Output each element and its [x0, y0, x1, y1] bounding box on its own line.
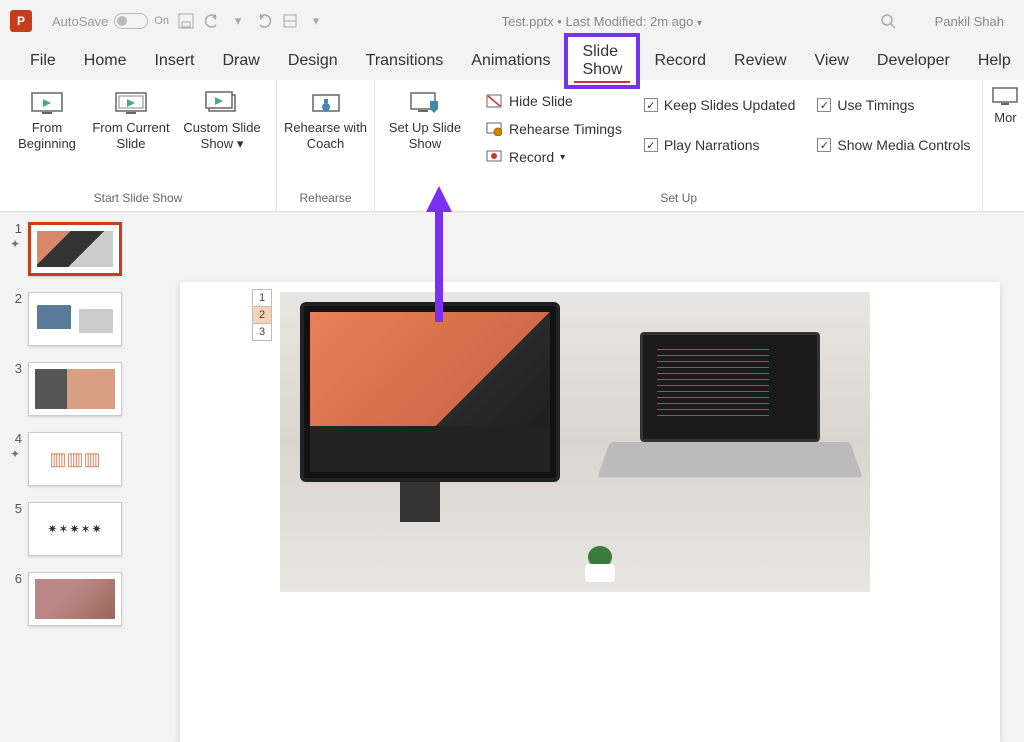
rehearse-coach-icon: [309, 90, 343, 116]
undo-dropdown-icon[interactable]: ▾: [229, 12, 247, 30]
touch-mode-icon[interactable]: [281, 12, 299, 30]
record-icon: [485, 149, 503, 165]
toggle-pill[interactable]: [114, 13, 148, 29]
from-current-icon: [114, 90, 148, 116]
menu-review[interactable]: Review: [720, 46, 800, 76]
from-current-slide-button[interactable]: From Current Slide: [92, 86, 170, 151]
thumbnail-3[interactable]: 3: [8, 362, 142, 416]
save-icon[interactable]: [177, 12, 195, 30]
custom-show-icon: [205, 90, 239, 116]
animation-order-tags[interactable]: 1 2 3: [252, 290, 272, 341]
thumbnail-panel[interactable]: 1✦ 2 3 4✦ ▥▥▥ 5 ✷✶✷✶✷ 6: [0, 212, 150, 690]
menu-transitions[interactable]: Transitions: [352, 46, 458, 76]
group-rehearse: Rehearse with Coach Rehearse: [277, 80, 375, 211]
use-timings-checkbox[interactable]: Use Timings: [813, 94, 974, 116]
group-label-start: Start Slide Show: [94, 187, 183, 211]
search-icon[interactable]: [879, 12, 897, 30]
monitors-button[interactable]: Mor: [985, 86, 1024, 125]
thumbnail-5[interactable]: 5 ✷✶✷✶✷: [8, 502, 142, 556]
monitor-icon: [991, 86, 1019, 106]
rehearse-timings-button[interactable]: Rehearse Timings: [481, 118, 626, 140]
slide-image[interactable]: [280, 292, 870, 592]
anim-tag-2[interactable]: 2: [252, 306, 272, 324]
chevron-down-icon: ▾: [237, 136, 244, 151]
menu-draw[interactable]: Draw: [208, 46, 273, 76]
chevron-down-icon: ▾: [560, 152, 565, 163]
title-bar: P AutoSave On ▾ ▾ Test.pptx • Last Modif…: [0, 0, 1024, 42]
thumbnail-4[interactable]: 4✦ ▥▥▥: [8, 432, 142, 486]
rehearse-with-coach-button[interactable]: Rehearse with Coach: [284, 86, 368, 151]
play-narrations-checkbox[interactable]: Play Narrations: [640, 134, 800, 156]
group-more: Mor: [983, 80, 1024, 211]
app-icon: P: [10, 10, 32, 32]
rehearse-timings-icon: [485, 121, 503, 137]
checkbox-icon: [644, 98, 658, 112]
hide-slide-icon: [485, 93, 503, 109]
thumbnail-2[interactable]: 2: [8, 292, 142, 346]
menu-home[interactable]: Home: [70, 46, 141, 76]
checkbox-icon: [644, 138, 658, 152]
menu-help[interactable]: Help: [964, 46, 1024, 76]
menu-bar: File Home Insert Draw Design Transitions…: [0, 42, 1024, 80]
animation-star-icon: ✦: [10, 237, 20, 251]
thumbnail-1[interactable]: 1✦: [8, 222, 142, 276]
menu-view[interactable]: View: [801, 46, 863, 76]
undo-icon[interactable]: [203, 12, 221, 30]
autosave-toggle[interactable]: AutoSave On: [52, 13, 169, 29]
qat-more-icon[interactable]: ▾: [307, 12, 325, 30]
group-label-setup: Set Up: [660, 187, 697, 211]
window-title: Test.pptx • Last Modified: 2m ago ▾: [333, 14, 871, 29]
menu-insert[interactable]: Insert: [140, 46, 208, 76]
show-media-controls-checkbox[interactable]: Show Media Controls: [813, 134, 974, 156]
set-up-slide-show-button[interactable]: Set Up Slide Show: [383, 86, 467, 151]
custom-slide-show-button[interactable]: Custom Slide Show ▾: [176, 86, 268, 151]
menu-record[interactable]: Record: [640, 46, 720, 76]
autosave-state: On: [154, 15, 169, 27]
menu-animations[interactable]: Animations: [457, 46, 564, 76]
content-area: 1✦ 2 3 4✦ ▥▥▥ 5 ✷✶✷✶✷ 6 1 2 3: [0, 212, 1024, 690]
group-label-rehearse: Rehearse: [299, 187, 351, 211]
checkbox-icon: [817, 98, 831, 112]
record-button[interactable]: Record ▾: [481, 146, 626, 168]
checkbox-icon: [817, 138, 831, 152]
keep-slides-updated-checkbox[interactable]: Keep Slides Updated: [640, 94, 800, 116]
thumbnail-6[interactable]: 6: [8, 572, 142, 626]
group-set-up: Set Up Slide Show Hide Slide Rehearse Ti…: [375, 80, 983, 211]
menu-slide-show[interactable]: Slide Show: [564, 33, 640, 89]
ribbon: From Beginning From Current Slide Custom…: [0, 80, 1024, 212]
setup-show-icon: [408, 90, 442, 116]
menu-design[interactable]: Design: [274, 46, 352, 76]
slide-editor[interactable]: 1 2 3: [150, 212, 1024, 690]
menu-developer[interactable]: Developer: [863, 46, 964, 76]
from-beginning-button[interactable]: From Beginning: [8, 86, 86, 151]
from-beginning-icon: [30, 90, 64, 116]
anim-tag-3[interactable]: 3: [252, 323, 272, 341]
hide-slide-button[interactable]: Hide Slide: [481, 90, 626, 112]
group-start-slide-show: From Beginning From Current Slide Custom…: [0, 80, 277, 211]
autosave-label: AutoSave: [52, 14, 108, 29]
redo-icon[interactable]: [255, 12, 273, 30]
menu-file[interactable]: File: [16, 46, 70, 76]
user-name[interactable]: Pankil Shah: [935, 14, 1004, 29]
anim-tag-1[interactable]: 1: [252, 289, 272, 307]
animation-star-icon: ✦: [10, 447, 20, 461]
slide-canvas[interactable]: 1 2 3: [180, 282, 1000, 742]
